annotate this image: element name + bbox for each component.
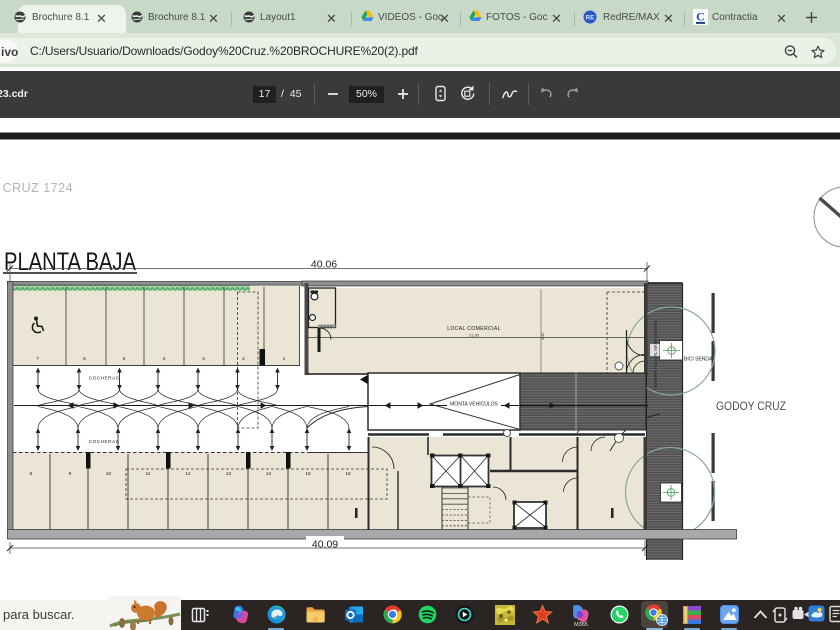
svg-text:9: 9: [69, 471, 72, 477]
svg-text:4: 4: [163, 356, 166, 362]
svg-text:6: 6: [83, 356, 86, 362]
svg-text:GODOY CRUZ: GODOY CRUZ: [716, 401, 786, 413]
svg-text:2: 2: [242, 356, 245, 362]
svg-text:8: 8: [30, 471, 33, 477]
svg-text:PLANTA BAJA: PLANTA BAJA: [4, 248, 136, 276]
svg-text:Y CRUZ 1724: Y CRUZ 1724: [0, 181, 73, 195]
svg-text:M365: M365: [574, 622, 588, 627]
svg-text:40.09: 40.09: [312, 539, 338, 551]
svg-text:11: 11: [146, 471, 151, 477]
svg-text:40.06: 40.06: [311, 259, 337, 271]
svg-text:VIDRIERA P/LOCAL MAMPOSTERIA: VIDRIERA P/LOCAL MAMPOSTERIA: [653, 319, 658, 390]
svg-text:13: 13: [226, 471, 232, 477]
svg-text:COCHERAS: COCHERAS: [89, 439, 119, 445]
svg-text:5: 5: [123, 356, 126, 362]
svg-text:COCHERAS: COCHERAS: [89, 376, 119, 382]
svg-text:1: 1: [283, 356, 286, 362]
svg-text:C: C: [696, 10, 705, 24]
svg-text:15: 15: [305, 471, 311, 477]
svg-text:RE: RE: [585, 15, 595, 22]
svg-text:7: 7: [36, 356, 39, 362]
svg-text:21.30: 21.30: [469, 334, 479, 338]
svg-text:LOCAL COMERCIAL: LOCAL COMERCIAL: [447, 326, 501, 332]
svg-text:3.40: 3.40: [541, 333, 545, 340]
svg-text:14: 14: [266, 471, 272, 477]
svg-text:10: 10: [106, 471, 112, 477]
svg-text:12: 12: [185, 471, 191, 477]
svg-text:3: 3: [202, 356, 205, 362]
svg-text:16: 16: [345, 471, 351, 477]
svg-text:BICI SENDA: BICI SENDA: [684, 357, 713, 363]
svg-text:MONTA VEHICULOS: MONTA VEHICULOS: [450, 402, 498, 408]
